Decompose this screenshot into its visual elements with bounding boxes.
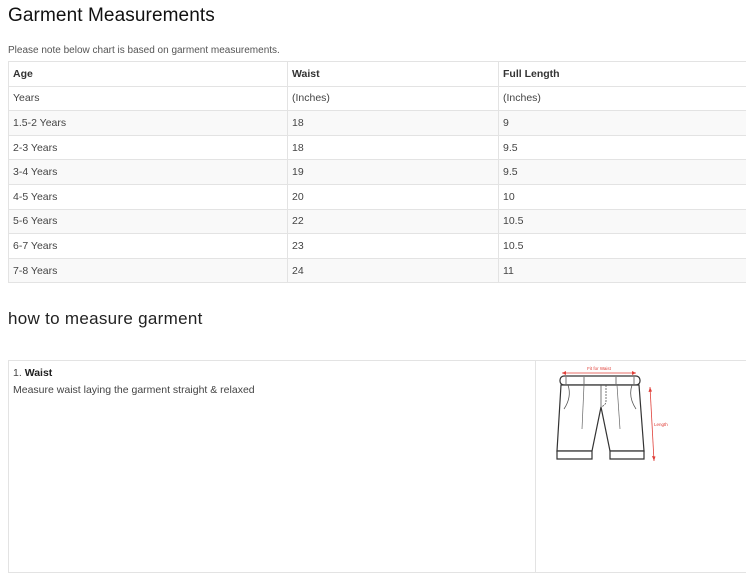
- cell-age: 6-7 Years: [8, 233, 288, 259]
- measure-guide-box: 1. Waist Measure waist laying the garmen…: [8, 360, 746, 573]
- table-row: 4-5 Years 20 10: [8, 183, 746, 210]
- page: Garment Measurements Please note below c…: [0, 0, 746, 579]
- waist-arrow-left: [562, 371, 566, 375]
- cell-full-length: 9.5: [498, 159, 746, 185]
- cell-full-length: 10: [498, 183, 746, 210]
- cell-full-length: 9.5: [498, 134, 746, 161]
- step-number: 1.: [13, 367, 22, 379]
- measure-instructions: 1. Waist Measure waist laying the garmen…: [9, 361, 536, 572]
- right-cuff: [609, 450, 645, 460]
- cell-full-length: 9: [498, 110, 746, 136]
- cell-waist: 20: [287, 183, 499, 210]
- cell-full-length: (Inches): [498, 85, 746, 112]
- cell-age: 2-3 Years: [8, 134, 288, 161]
- page-title: Garment Measurements: [8, 5, 215, 26]
- cell-full-length: 10.5: [498, 233, 746, 259]
- cell-age: Years: [8, 85, 288, 112]
- waistband: [559, 375, 641, 386]
- cell-waist: 19: [287, 159, 499, 185]
- cell-waist: 24: [287, 257, 499, 284]
- how-to-measure-heading: how to measure garment: [8, 309, 203, 328]
- cell-age: 7-8 Years: [8, 257, 288, 284]
- table-row: 3-4 Years 19 9.5: [8, 159, 746, 185]
- cell-waist: (Inches): [287, 85, 499, 112]
- cell-full-length: 10.5: [498, 208, 746, 235]
- table-row: 6-7 Years 23 10.5: [8, 233, 746, 259]
- table-row: 7-8 Years 24 11: [8, 257, 746, 284]
- cell-waist: 22: [287, 208, 499, 235]
- cell-full-length: 11: [498, 257, 746, 284]
- step-name: Waist: [24, 367, 53, 379]
- left-cuff: [556, 450, 593, 460]
- size-chart-table: Age Waist Full Length Years (Inches) (In…: [8, 61, 746, 284]
- cell-waist: 23: [287, 233, 499, 259]
- cell-age: 5-6 Years: [8, 208, 288, 235]
- header-age: Age: [8, 61, 288, 87]
- cell-waist: 18: [287, 134, 499, 161]
- table-row: 1.5-2 Years 18 9: [8, 110, 746, 136]
- chart-note: Please note below chart is based on garm…: [8, 45, 280, 56]
- cell-age: 3-4 Years: [8, 159, 288, 185]
- step-heading: 1. Waist: [13, 367, 531, 379]
- table-row: Years (Inches) (Inches): [8, 85, 746, 112]
- table-header-row: Age Waist Full Length: [8, 61, 746, 87]
- table-row: 2-3 Years 18 9.5: [8, 134, 746, 161]
- cell-age: 4-5 Years: [8, 183, 288, 210]
- header-waist: Waist: [287, 61, 499, 87]
- waist-label: Fit for Waist: [587, 366, 612, 371]
- cell-waist: 18: [287, 110, 499, 136]
- cell-age: 1.5-2 Years: [8, 110, 288, 136]
- shorts-illustration-icon: Fit for Waist Length: [556, 366, 668, 462]
- step-description: Measure waist laying the garment straigh…: [13, 384, 255, 396]
- length-label: Length: [654, 422, 668, 427]
- table-row: 5-6 Years 22 10.5: [8, 208, 746, 235]
- measure-illustration-cell: Fit for Waist Length: [536, 361, 746, 572]
- header-full-length: Full Length: [498, 61, 746, 87]
- waist-arrow-right: [632, 371, 636, 375]
